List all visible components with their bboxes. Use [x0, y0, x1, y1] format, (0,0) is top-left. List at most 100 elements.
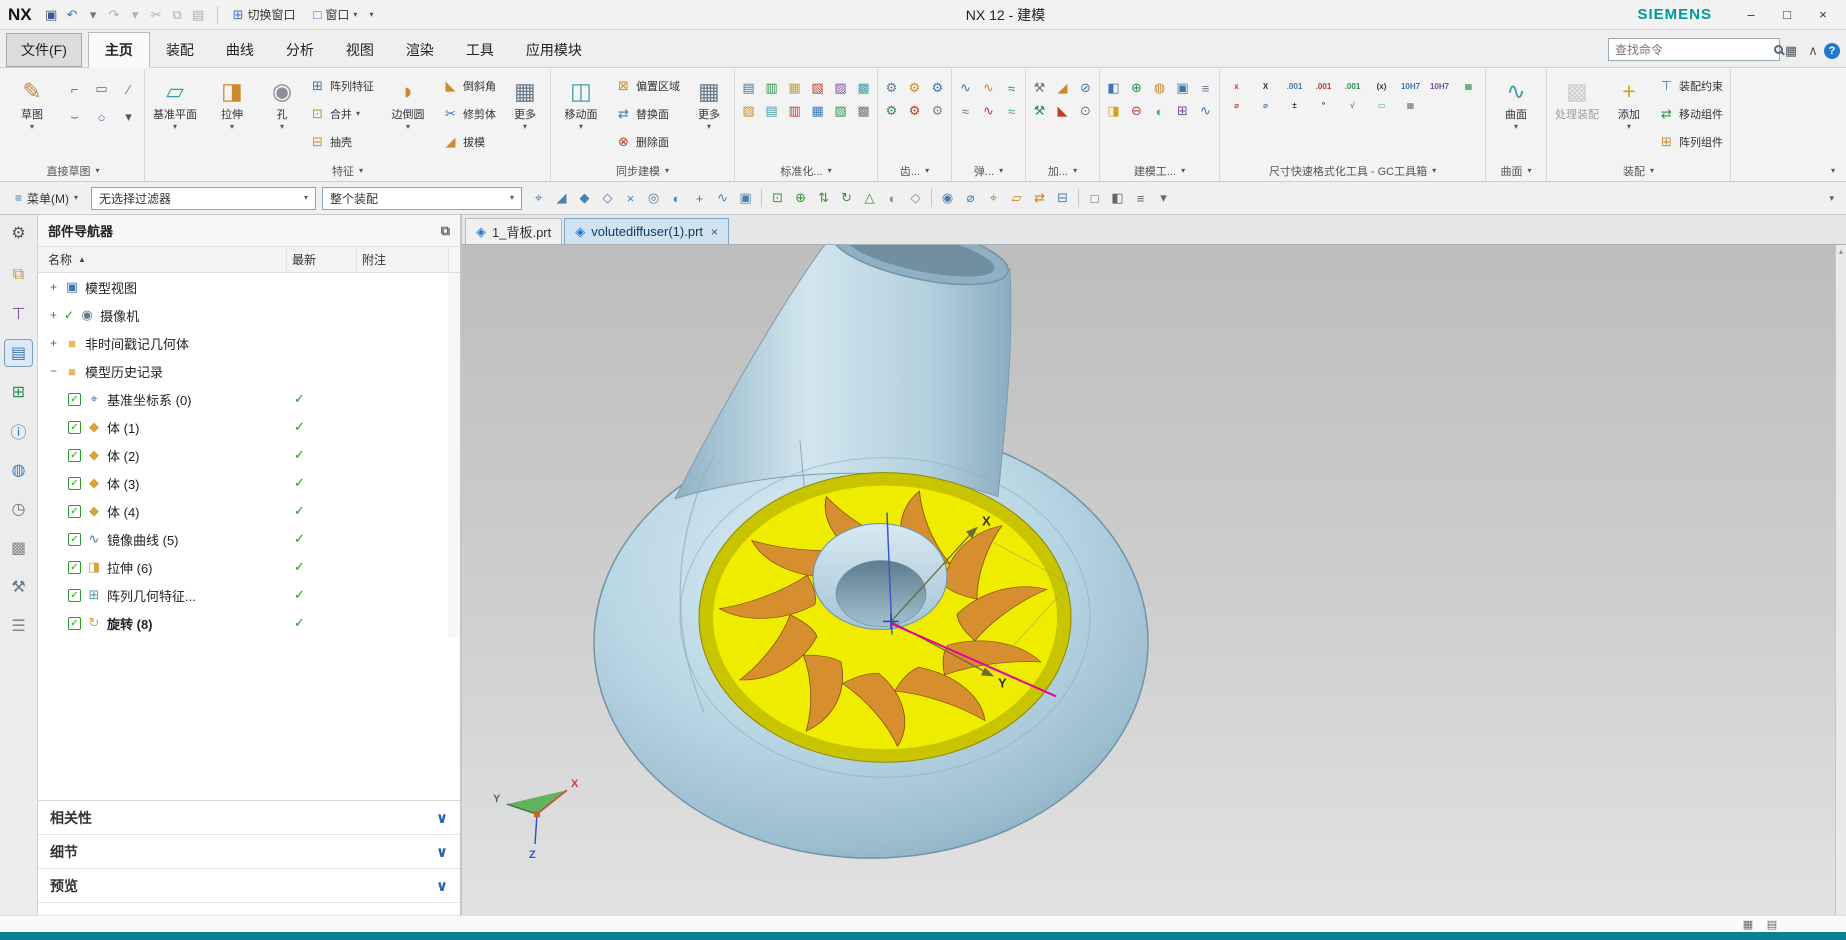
modeling-tool-icon[interactable]: ⊞: [1172, 101, 1193, 121]
dim-format-icon[interactable]: ⌀: [1252, 97, 1279, 113]
history-icon[interactable]: ◷: [5, 496, 32, 522]
part-tab-backplate[interactable]: ◈ 1_背板.prt: [465, 218, 563, 244]
snap-point-on-curve-icon[interactable]: ∿: [712, 187, 733, 209]
viewport-canvas[interactable]: X Y X Y Z ▴: [462, 245, 1846, 915]
shell-button[interactable]: ⊟ 抽壳: [305, 128, 378, 155]
clipboard-icon[interactable]: ▤: [1764, 917, 1780, 931]
close-button[interactable]: ×: [1808, 4, 1838, 26]
std-tool-icon[interactable]: ▦: [784, 78, 805, 98]
add-component-button[interactable]: + 添加 ▾: [1607, 72, 1651, 131]
feature-checkbox[interactable]: ✓: [68, 392, 81, 406]
column-note[interactable]: 附注: [356, 247, 448, 272]
feature-more-button[interactable]: ▦ 更多 ▾: [503, 72, 547, 131]
snap-quadrant-icon[interactable]: ◐: [666, 187, 687, 209]
feature-checkbox[interactable]: ✓: [68, 448, 81, 462]
modeling-tool-icon[interactable]: ⊖: [1126, 101, 1147, 121]
machining-tool-icon[interactable]: ⚒: [1029, 78, 1050, 98]
tab-file[interactable]: 文件(F): [6, 33, 82, 67]
scroll-up-icon[interactable]: ▴: [1839, 247, 1843, 915]
dim-format-icon[interactable]: 10H7: [1397, 78, 1424, 94]
selection-filter-dropdown[interactable]: 无选择过滤器 ▾: [91, 186, 317, 210]
machining-tool-icon[interactable]: ⊙: [1075, 101, 1096, 121]
column-name[interactable]: 名称 ▲: [38, 251, 286, 268]
std-tool-ic Mountainon[interactable]: ▤: [738, 78, 759, 98]
tree-item-model-views[interactable]: + ▣ 模型视图: [38, 273, 460, 301]
zoom-icon[interactable]: ⊕: [790, 187, 811, 209]
help-icon[interactable]: ?: [1824, 43, 1840, 59]
object-display-icon[interactable]: ◧: [1107, 187, 1128, 209]
hole-button[interactable]: ◉ 孔 ▾: [262, 72, 302, 131]
replace-face-button[interactable]: ⇄ 替换面: [611, 100, 684, 127]
snap-intersection-icon[interactable]: ×: [620, 187, 641, 209]
view-menu-icon[interactable]: ▾: [1153, 187, 1174, 209]
chamfer-button[interactable]: ◣ 倒斜角: [438, 72, 500, 99]
delete-face-button[interactable]: ⊗ 删除面: [611, 128, 684, 155]
edge-blend-button[interactable]: ◗ 边倒圆 ▾: [381, 72, 435, 131]
group-label-spring[interactable]: 弹... ▾: [955, 161, 1022, 181]
ribbon-collapse-icon[interactable]: ▾: [1831, 167, 1835, 175]
dim-format-icon[interactable]: .001: [1310, 78, 1337, 94]
move-face-button[interactable]: ◫ 移动面 ▾: [554, 72, 608, 131]
section-details[interactable]: 细节 ∨: [38, 835, 460, 869]
dim-format-icon[interactable]: √: [1339, 97, 1366, 113]
rotate-view-icon[interactable]: ↻: [836, 187, 857, 209]
part-tab-volutediffuser[interactable]: ◈ volutediffuser(1).prt ×: [564, 218, 730, 244]
switch-window-button[interactable]: ⊞ 切换窗口: [227, 4, 302, 25]
feature-checkbox[interactable]: ✓: [68, 560, 81, 574]
gear-tool-icon[interactable]: ⚙: [904, 101, 925, 121]
pattern-feature-button[interactable]: ⊞ 阵列特征: [305, 72, 378, 99]
dim-format-icon[interactable]: ⌀: [1223, 97, 1250, 113]
rectangle-icon[interactable]: ▭: [89, 76, 114, 102]
roles-icon[interactable]: ☰: [5, 613, 32, 639]
section-preview[interactable]: 预览 ∨: [38, 869, 460, 903]
panel-options-icon[interactable]: ⧉: [441, 223, 450, 239]
snap-endpoint-icon[interactable]: ◢: [551, 187, 572, 209]
machining-tool-icon[interactable]: ◣: [1052, 101, 1073, 121]
offset-region-button[interactable]: ⊠ 偏置区域: [611, 72, 684, 99]
show-hide-icon[interactable]: ◉: [937, 187, 958, 209]
copy-icon[interactable]: ⧉: [168, 5, 187, 24]
unite-button[interactable]: ⊡ 合并 ▾: [305, 100, 378, 127]
dim-format-icon[interactable]: (x): [1368, 78, 1395, 94]
snap-existing-point-icon[interactable]: +: [689, 187, 710, 209]
tree-item-cameras[interactable]: + ✓ ◉ 摄像机: [38, 301, 460, 329]
pattern-component-button[interactable]: ⊞ 阵列组件: [1654, 128, 1727, 155]
line-icon[interactable]: ∕: [116, 76, 141, 102]
tab-view[interactable]: 视图: [330, 33, 390, 67]
window-menu-button[interactable]: □ 窗口 ▾: [308, 4, 364, 25]
spring-tool-icon[interactable]: ∿: [955, 78, 976, 98]
snap-control-point-icon[interactable]: ◇: [597, 187, 618, 209]
shaded-view-icon[interactable]: ◐: [882, 187, 903, 209]
group-label-gc-toolbox[interactable]: 尺寸快速格式化工具 - GC工具箱 ▾: [1223, 161, 1482, 181]
tab-render[interactable]: 渲染: [390, 33, 450, 67]
snap-point-on-face-icon[interactable]: ▣: [735, 187, 756, 209]
std-tool-icon[interactable]: ▨: [738, 101, 759, 121]
edit-section-icon[interactable]: ⊟: [1052, 187, 1073, 209]
std-tool-icon[interactable]: ▩: [853, 101, 874, 121]
column-latest[interactable]: 最新: [286, 247, 356, 272]
selection-scope-dropdown[interactable]: 整个装配 ▾: [322, 186, 523, 210]
viewport-edge-scrollbar[interactable]: ▴: [1835, 245, 1846, 915]
pan-icon[interactable]: ⇅: [813, 187, 834, 209]
group-label-surface[interactable]: 曲面 ▾: [1489, 161, 1543, 181]
close-tab-icon[interactable]: ×: [711, 225, 718, 239]
tree-item-body-1[interactable]: ✓ ◆ 体 (1) ✓: [38, 413, 460, 441]
measure-icon[interactable]: ⌀: [960, 187, 981, 209]
sync-more-button[interactable]: ▦ 更多 ▾: [687, 72, 731, 131]
tab-tools[interactable]: 工具: [450, 33, 510, 67]
modeling-tool-icon[interactable]: ◐: [1149, 101, 1170, 121]
datum-display-icon[interactable]: ▱: [1006, 187, 1027, 209]
expand-icon[interactable]: +: [48, 280, 59, 294]
group-label-modeling-tools[interactable]: 建模工... ▾: [1103, 161, 1216, 181]
group-label-assembly[interactable]: 装配 ▾: [1550, 161, 1727, 181]
tree-item-model-history[interactable]: − ■ 模型历史记录: [38, 357, 460, 385]
modeling-tool-icon[interactable]: ≡: [1195, 78, 1216, 98]
collapse-icon[interactable]: −: [48, 364, 59, 378]
save-icon[interactable]: ▣: [42, 5, 61, 24]
feature-checkbox[interactable]: ✓: [68, 532, 81, 546]
expand-icon[interactable]: +: [48, 336, 59, 350]
paste-icon[interactable]: ▤: [189, 5, 208, 24]
command-search[interactable]: [1608, 38, 1783, 61]
fit-view-icon[interactable]: ⊡: [767, 187, 788, 209]
dim-format-icon[interactable]: x: [1223, 78, 1250, 94]
